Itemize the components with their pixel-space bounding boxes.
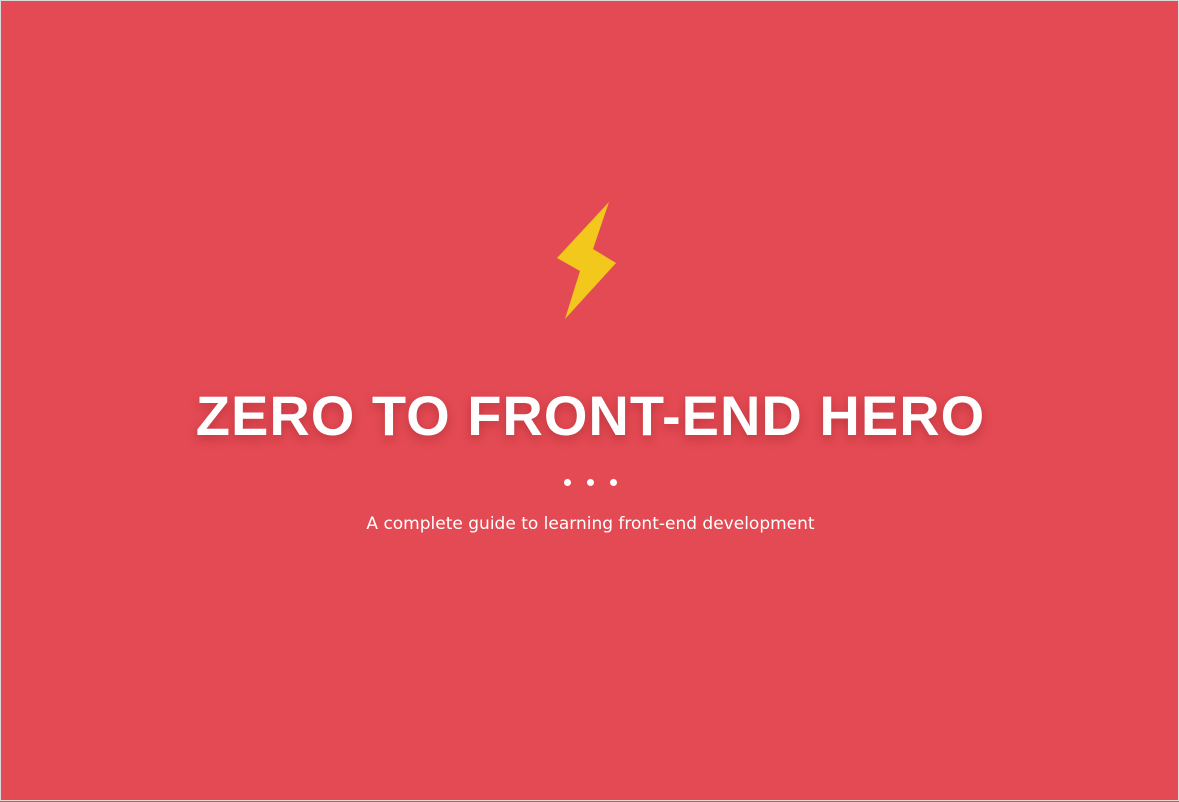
page-title: ZERO TO FRONT-END HERO bbox=[195, 384, 986, 447]
dot bbox=[610, 479, 617, 486]
dot bbox=[564, 479, 571, 486]
dot bbox=[587, 479, 594, 486]
dots-divider bbox=[1, 479, 1179, 486]
subtitle: A complete guide to learning front-end d… bbox=[366, 514, 815, 534]
